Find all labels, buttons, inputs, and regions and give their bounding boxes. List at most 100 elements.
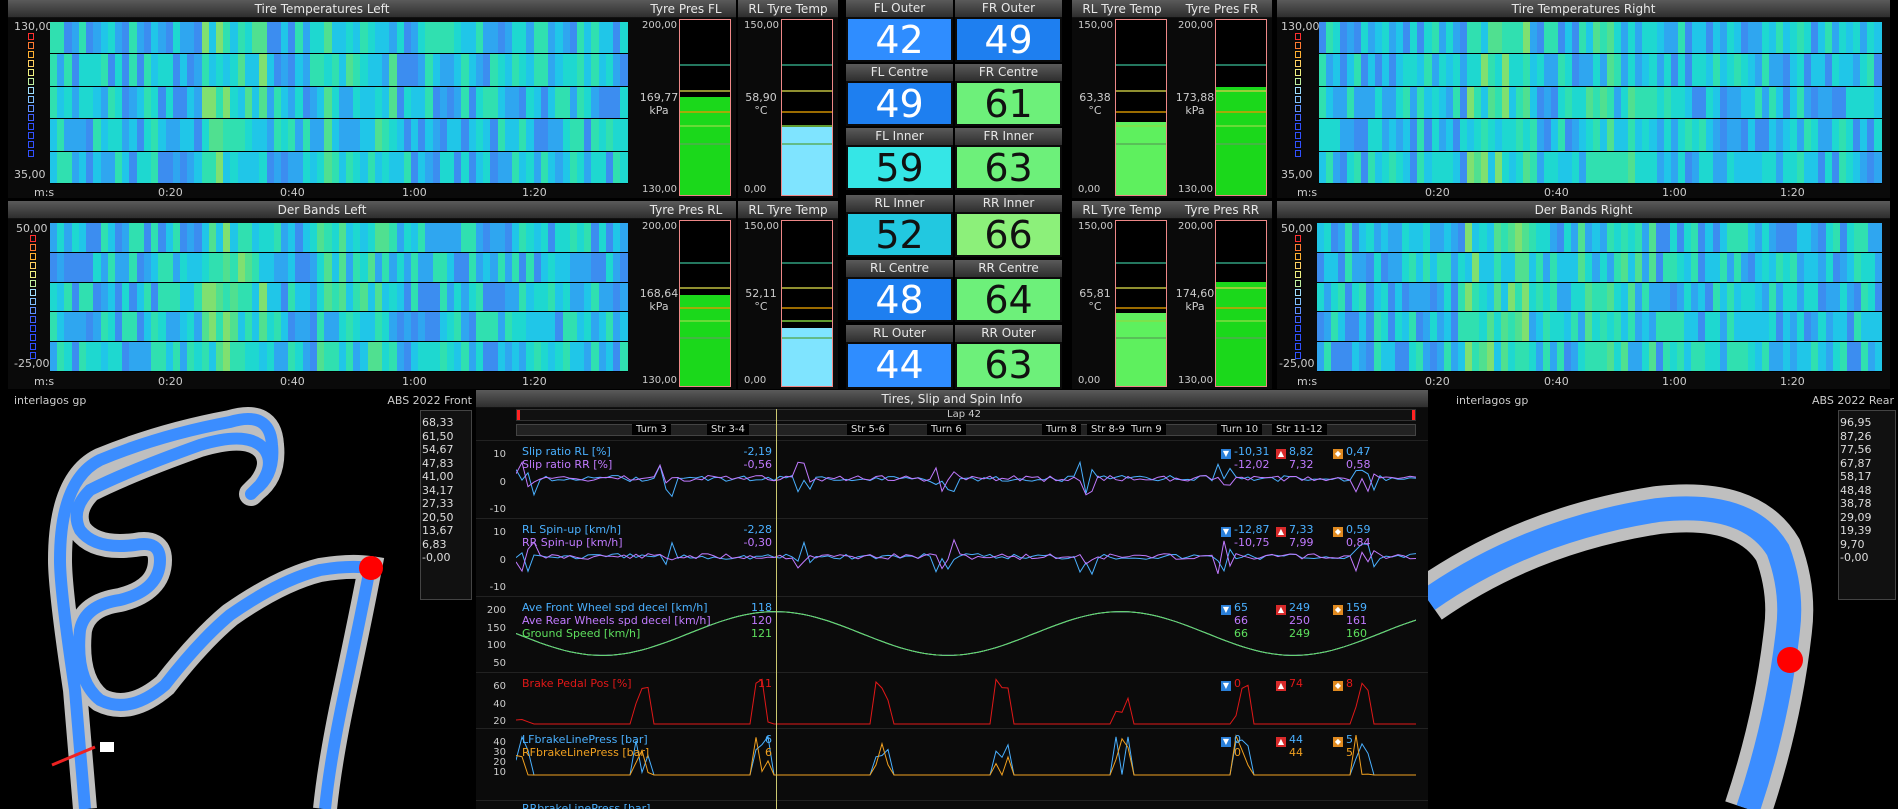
cell-value: 63 °C [957,147,1060,231]
heatmap[interactable] [1319,22,1882,185]
gauge-title: RL Tyre Temp [738,201,838,219]
series-max: ▲ 7,33 [1276,523,1314,537]
tyre-temp-cell: FL Inner 59 °C [846,128,953,231]
gauge-value: 169,77 kPa [639,91,679,117]
y-min: 35,00 [14,168,46,181]
series-name: Ave Rear Wheels spd decel [km/h] [522,614,711,627]
cell-value: 61 °C [957,83,1060,167]
cursor-line[interactable] [776,409,777,809]
chart-row[interactable]: RRbrakeLinePress [bar] [476,800,1428,809]
panel-title: Tires, Slip and Spin Info [476,390,1428,408]
cell-value: 49 °C [957,19,1060,103]
series-avg: 5 [1346,746,1353,759]
axis-label: 150 [486,622,506,634]
lap-marker-end [1412,410,1415,420]
series-max: 7,99 [1289,536,1314,549]
color-scale [30,235,36,361]
y-max: 130,00 [1281,20,1320,33]
segment-label[interactable]: Turn 8 [1042,424,1081,435]
series-avg: ◆ 8 [1333,677,1353,691]
scale-label: -0,00 [1840,551,1869,564]
series-avg: ◆ 0,59 [1333,523,1371,537]
cell-value: 64 °C [957,279,1060,363]
gauge-max: 150,00 [744,20,779,31]
tick: 0:40 [1544,186,1569,198]
tyre-temp-cell: RR Outer 63 °C [955,325,1062,428]
series-name: RR Spin-up [km/h] [522,536,623,549]
gauge: Tyre Pres RL 200,00 130,00 168,64 kPa [636,201,736,389]
scale-label: 48,48 [1840,483,1872,497]
series-max: ▲ 74 [1276,677,1303,691]
scale-label: 47,83 [422,456,454,470]
scale-label: 54,67 [422,443,454,456]
tick: 1:00 [1662,186,1687,198]
gauge: Tyre Pres FL 200,00 130,00 169,77 kPa [636,0,736,198]
segment-label[interactable]: Turn 10 [1217,424,1263,435]
axis-label: 60 [493,681,506,692]
heatmap-band [1319,119,1882,152]
cell-title: RL Centre [846,260,953,277]
der-bands-right-panel: Der Bands Right 50,00 -25,00 m:s 0:20 0:… [1277,201,1890,389]
series-max: ▲ 44 [1276,733,1303,747]
scale-label: -0,00 [422,551,451,564]
segment-label[interactable]: Str 3-4 [707,424,749,435]
axis-label: 100 [486,640,506,652]
axis-label: 200 [486,605,506,616]
heatmap-band [1319,151,1882,185]
axis-label: 0 [499,554,506,566]
series-min: 66 [1234,627,1248,640]
tick: m:s [34,375,55,388]
axis-label: -10 [489,582,506,593]
cell-title: RR Outer [955,325,1062,342]
series-name: Slip ratio RR [%] [522,458,613,471]
tick: 1:20 [1780,186,1805,198]
heatmap-band [50,22,628,55]
cell-value: 48 °C [848,279,951,363]
tick: 0:20 [158,186,183,198]
cell-title: FR Inner [955,128,1062,145]
tick: 1:20 [522,186,547,198]
lap-bar[interactable]: Lap 42 [516,409,1416,421]
heatmap[interactable] [1317,223,1882,372]
axis-label: 10 [493,527,506,538]
cell-title: FR Outer [955,0,1062,17]
tyre-temp-cell: RL Inner 52 °C [846,195,953,298]
cell-title: FL Outer [846,0,953,17]
chart-row[interactable]: 200 150 100 50 Ave Front Wheel spd decel [km… [476,596,1428,669]
heatmap[interactable] [50,22,628,185]
gauge-max: 200,00 [642,221,677,232]
heatmap-band [1319,22,1882,55]
segment-label[interactable]: Str 8-9 [1087,424,1129,435]
series-current: 120 [751,614,772,627]
chart-row[interactable]: 40 30 20 10 LFbrakeLinePress [bar] 6 ▼ 0 ▲ 44 ◆ 5 RF… [476,728,1428,778]
series-max: 250 [1289,614,1310,627]
segment-label[interactable]: Turn 6 [927,424,966,435]
segment-label[interactable]: Str 5-6 [847,424,889,435]
y-min: 35,00 [1281,168,1313,181]
gauge-title: Tyre Pres FL [636,0,736,18]
cell-value: 66 °C [957,214,1060,298]
tick: m:s [1297,186,1318,198]
series-min: ▼ -12,87 [1221,523,1270,537]
heatmap[interactable] [50,223,628,372]
series-min: -10,75 [1234,536,1270,549]
series-name: LFbrakeLinePress [bar] [522,733,648,746]
heatmap-band [1317,282,1882,313]
cell-title: FL Centre [846,64,953,81]
der-bands-left-panel: Der Bands Left 50,00 -25,00 m:s 0:20 0:4… [8,201,636,389]
cell-value: 42 °C [848,19,951,103]
axis-label: 50 [493,658,506,669]
tick: 0:20 [158,375,183,388]
segment-label[interactable]: Str 11-12 [1272,424,1327,435]
chart-row[interactable]: 10 0 -10 RL Spin-up [km/h] -2,28 ▼ -12,87 ▲ 7,33… [476,518,1428,593]
heatmap-band [50,119,628,152]
segment-label[interactable]: Turn 3 [632,424,671,435]
track-map-right[interactable]: interlagos gp ABS 2022 Rear [1428,390,1898,809]
segment-bar[interactable]: Turn 3 Str 3-4 Str 5-6 Turn 6 Turn 8 Str 8-9 T… [516,424,1416,436]
segment-label[interactable]: Turn 9 [1127,424,1166,435]
gauge-bar [1115,19,1167,196]
chart-row[interactable]: 60 40 20 Brake Pedal Pos [%] 11 ▼ 0 ▲ 74 ◆ 8 [476,672,1428,727]
chart-row[interactable]: 10 0 -10 Slip ratio RL [%] -2,19 ▼ -10,31 ▲ 8,82… [476,440,1428,515]
series-min: -12,02 [1234,458,1270,471]
track-map-left[interactable]: interlagos gp ABS 2022 Front [0,390,476,809]
